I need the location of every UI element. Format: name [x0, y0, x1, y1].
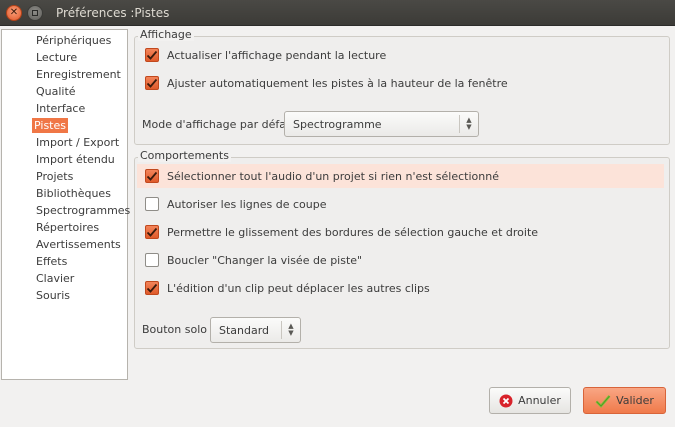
mode-affichage-value: Spectrogramme [293, 117, 382, 131]
option-label: Autoriser les lignes de coupe [167, 197, 327, 211]
sidebar-item-spectrogrammes[interactable]: Spectrogrammes [34, 203, 132, 218]
sidebar-item-pistes[interactable]: Pistes [32, 118, 68, 133]
sidebar-item-enregistrement[interactable]: Enregistrement [34, 67, 123, 82]
checkmark-icon [595, 394, 611, 408]
checkbox-actualiser-affichage[interactable] [145, 48, 159, 62]
checkmark-icon [146, 171, 158, 181]
sidebar-item-projets[interactable]: Projets [34, 169, 75, 184]
sidebar-item-lecture[interactable]: Lecture [34, 50, 79, 65]
sidebar-item-souris[interactable]: Souris [34, 288, 72, 303]
sidebar-item-bibliotheques[interactable]: Bibliothèques [34, 186, 113, 201]
option-ajuster-pistes[interactable]: Ajuster automatiquement les pistes à la … [137, 71, 667, 95]
sidebar-item-import-etendu[interactable]: Import étendu [34, 152, 117, 167]
cancel-label: Annuler [518, 394, 561, 407]
checkbox-edition-clip[interactable] [145, 281, 159, 295]
option-selectionner-tout[interactable]: Sélectionner tout l'audio d'un projet si… [137, 164, 664, 188]
close-window-button[interactable]: ✕ [6, 5, 22, 21]
checkbox-ajuster-pistes[interactable] [145, 76, 159, 90]
checkbox-boucler-visee[interactable] [145, 253, 159, 267]
sidebar-item-avertissements[interactable]: Avertissements [34, 237, 123, 252]
option-label: Sélectionner tout l'audio d'un projet si… [167, 169, 499, 183]
checkmark-icon [146, 283, 158, 293]
checkmark-icon [146, 78, 158, 88]
sidebar-item-effets[interactable]: Effets [34, 254, 69, 269]
window-title: Préférences :Pistes [56, 6, 170, 20]
checkbox-lignes-coupe[interactable] [145, 197, 159, 211]
sidebar-item-interface[interactable]: Interface [34, 101, 87, 116]
option-label: Ajuster automatiquement les pistes à la … [167, 76, 508, 90]
preferences-window: ✕ Préférences :Pistes Périphériques Lect… [0, 0, 675, 427]
sidebar-item-clavier[interactable]: Clavier [34, 271, 76, 286]
option-lignes-coupe[interactable]: Autoriser les lignes de coupe [137, 192, 664, 216]
sidebar-item-qualite[interactable]: Qualité [34, 84, 78, 99]
checkbox-glissement-bordures[interactable] [145, 225, 159, 239]
option-glissement-bordures[interactable]: Permettre le glissement des bordures de … [137, 220, 664, 244]
option-boucler-visee[interactable]: Boucler "Changer la visée de piste" [137, 248, 664, 272]
bouton-solo-value: Standard [219, 323, 270, 337]
sidebar-item-import-export[interactable]: Import / Export [34, 135, 121, 150]
checkmark-icon [146, 50, 158, 60]
updown-arrows-icon: ▲ ▼ [288, 322, 294, 337]
option-label: L'édition d'un clip peut déplacer les au… [167, 281, 430, 295]
mode-affichage-label: Mode d'affichage par défaut [142, 118, 298, 131]
checkmark-icon [146, 227, 158, 237]
bouton-solo-select[interactable]: Standard ▲ ▼ [210, 317, 301, 343]
checkbox-selectionner-tout[interactable] [145, 169, 159, 183]
affichage-group-title: Affichage [138, 28, 194, 41]
mode-affichage-select[interactable]: Spectrogramme ▲ ▼ [284, 111, 479, 137]
option-label: Permettre le glissement des bordures de … [167, 225, 539, 239]
option-label: Boucler "Changer la visée de piste" [167, 253, 363, 267]
bouton-solo-label: Bouton solo : [142, 323, 215, 336]
cancel-button[interactable]: Annuler [489, 387, 571, 414]
cancel-icon [499, 394, 513, 408]
option-actualiser-affichage[interactable]: Actualiser l'affichage pendant la lectur… [137, 43, 667, 67]
category-list: Périphériques Lecture Enregistrement Qua… [1, 29, 130, 380]
option-label: Actualiser l'affichage pendant la lectur… [167, 48, 387, 62]
option-edition-clip[interactable]: L'édition d'un clip peut déplacer les au… [137, 276, 664, 300]
maximize-window-button[interactable] [27, 5, 43, 21]
comportements-group-title: Comportements [138, 149, 231, 162]
sidebar-item-peripheriques[interactable]: Périphériques [34, 33, 113, 48]
title-bar: ✕ Préférences :Pistes [0, 0, 675, 26]
updown-arrows-icon: ▲ ▼ [466, 116, 472, 131]
ok-label: Valider [616, 394, 654, 407]
sidebar-item-repertoires[interactable]: Répertoires [34, 220, 101, 235]
close-icon: ✕ [9, 7, 19, 18]
ok-button[interactable]: Valider [583, 387, 666, 414]
maximize-icon [32, 10, 38, 16]
